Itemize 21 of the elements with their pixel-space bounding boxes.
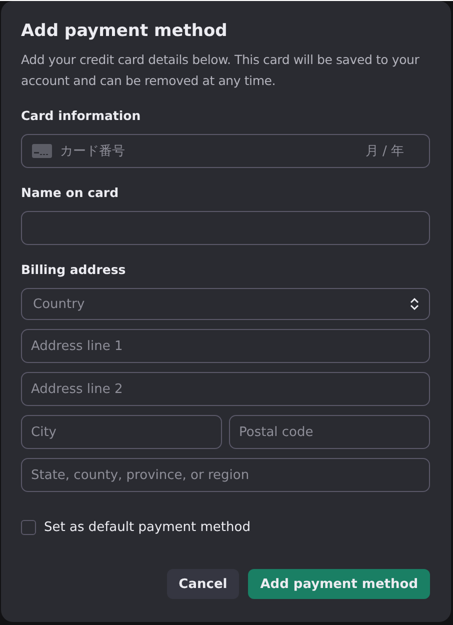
card-number-placeholder: カード番号 [60, 143, 126, 160]
expiry-placeholder: 月 / 年 [365, 143, 404, 160]
cancel-button[interactable]: Cancel [166, 569, 240, 599]
chevron-up-down-icon [410, 298, 419, 310]
name-input-field[interactable] [21, 211, 430, 245]
card-input-field[interactable]: カード番号 月 / 年 [21, 134, 430, 168]
address-input-field[interactable]: State, county, province, or region [21, 458, 430, 492]
dialog-description: Add your credit card details below. This card will be saved to your account and can be removed at any time. [21, 51, 420, 90]
credit-card-icon [32, 144, 52, 158]
dialog-title: Add payment method [21, 20, 228, 43]
field-label: Card information [21, 107, 142, 125]
address-input-field[interactable]: Address line 1 [21, 329, 430, 363]
field-label: Name on card [21, 184, 120, 202]
country-select[interactable]: Country [21, 288, 430, 320]
checkbox[interactable] [21, 520, 36, 535]
address-input-field[interactable]: Postal code [229, 415, 430, 449]
submit-button[interactable]: Add payment method [248, 569, 430, 599]
address-input-field[interactable]: City [21, 415, 222, 449]
address-input-field[interactable]: Address line 2 [21, 372, 430, 406]
checkbox-label: Set as default payment method [44, 520, 250, 535]
field-label: Billing address [21, 261, 127, 279]
